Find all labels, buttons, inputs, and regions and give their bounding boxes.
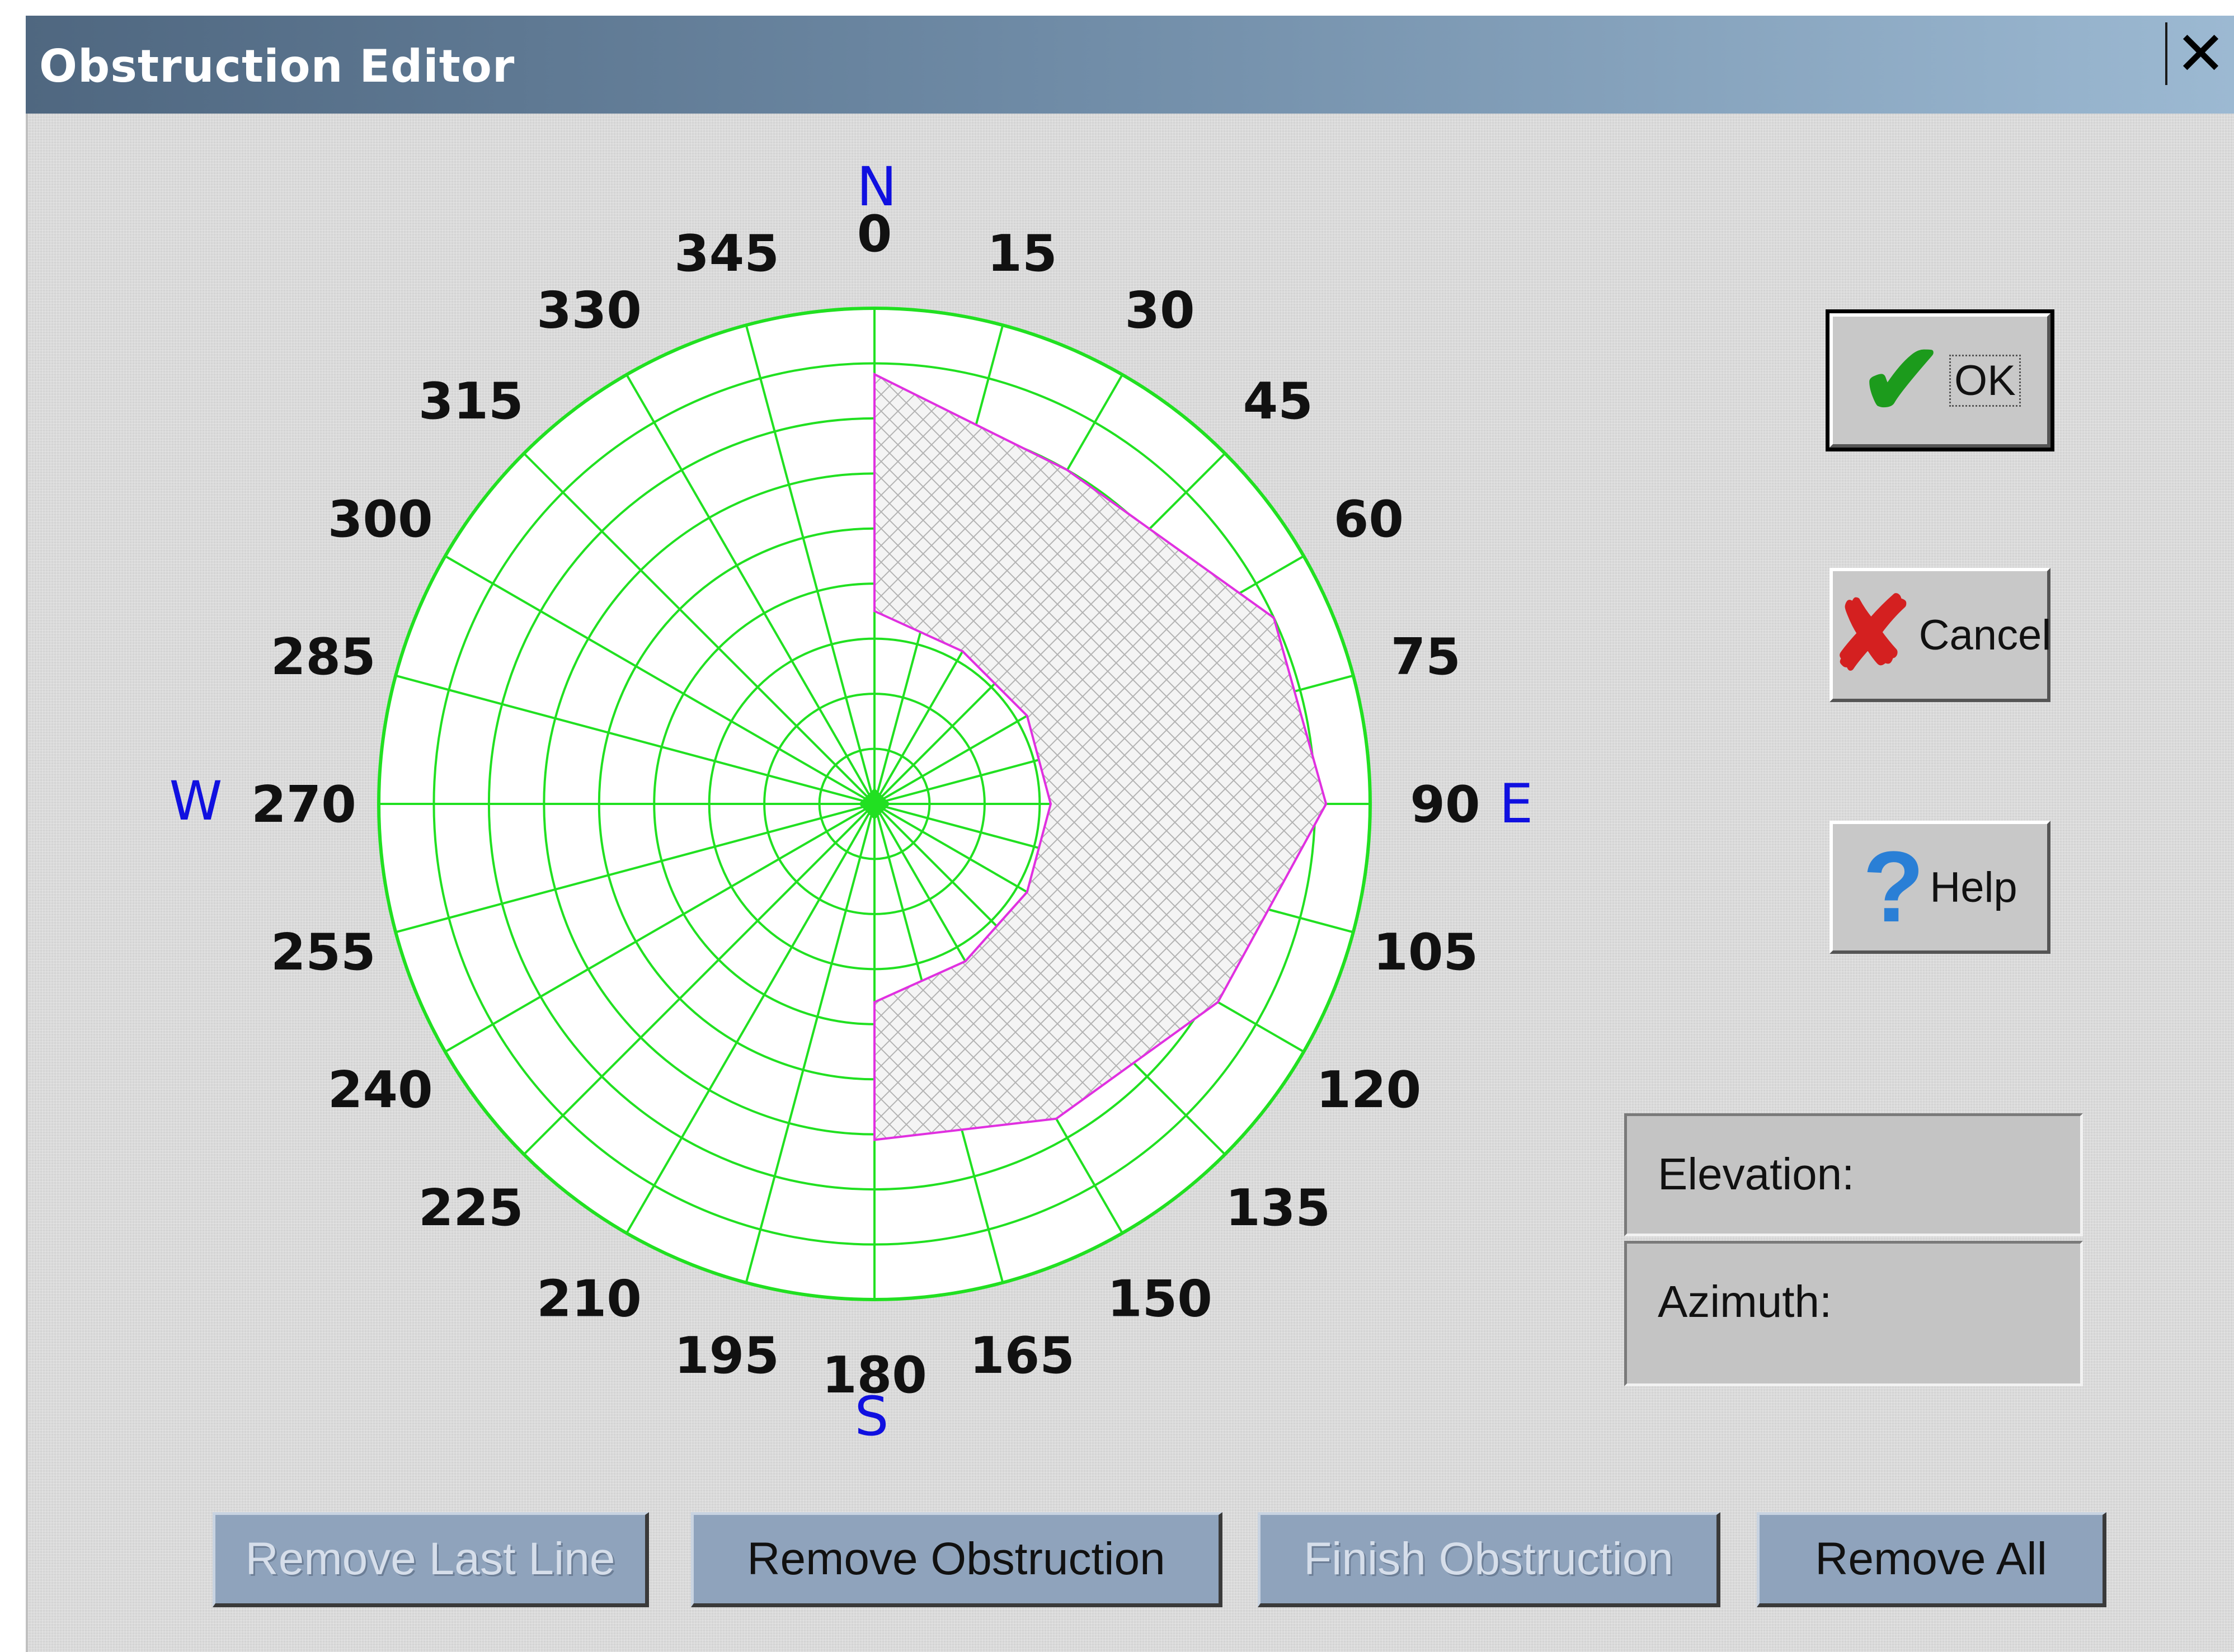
azimuth-tick-label: 75 — [1391, 628, 1461, 686]
finish-obstruction-label: Finish Obstruction — [1304, 1533, 1673, 1584]
cancel-button[interactable]: ✘ Cancel — [1828, 568, 2052, 702]
azimuth-tick-label: 270 — [251, 775, 356, 834]
red-x-icon: ✘ — [1828, 578, 1913, 691]
azimuth-tick-label: 150 — [1107, 1269, 1212, 1328]
azimuth-tick-label: 135 — [1225, 1179, 1330, 1237]
elevation-label: Elevation: — [1658, 1149, 1855, 1199]
ok-label: OK — [1949, 354, 2021, 407]
ok-button[interactable]: ✔ OK — [1826, 309, 2054, 451]
azimuth-label: Azimuth: — [1658, 1277, 1832, 1326]
azimuth-tick-label: 15 — [987, 224, 1057, 283]
question-mark-icon: ? — [1863, 831, 1925, 943]
remove-last-line-label: Remove Last Line — [245, 1533, 615, 1584]
remove-obstruction-label: Remove Obstruction — [747, 1533, 1165, 1584]
azimuth-tick-label: 315 — [418, 372, 524, 431]
azimuth-tick-label: 90 — [1410, 775, 1480, 834]
finish-obstruction-button[interactable]: Finish Obstruction — [1258, 1512, 1720, 1607]
azimuth-tick-label: 300 — [328, 490, 433, 549]
azimuth-tick-label: 60 — [1334, 490, 1404, 549]
remove-all-button[interactable]: Remove All — [1757, 1512, 2106, 1607]
azimuth-tick-label: 30 — [1125, 281, 1194, 340]
north-label: N — [857, 156, 897, 218]
azimuth-tick-label: 45 — [1243, 372, 1313, 431]
azimuth-tick-label: 330 — [537, 281, 642, 340]
elevation-readout: Elevation: — [1624, 1113, 2083, 1236]
remove-last-line-button[interactable]: Remove Last Line — [213, 1512, 649, 1607]
azimuth-tick-label: 120 — [1316, 1061, 1421, 1119]
azimuth-readout: Azimuth: — [1624, 1241, 2083, 1386]
remove-obstruction-button[interactable]: Remove Obstruction — [691, 1512, 1222, 1607]
checkmark-icon: ✔ — [1859, 324, 1944, 436]
cancel-label: Cancel — [1918, 611, 2052, 659]
azimuth-tick-label: 285 — [271, 628, 376, 686]
south-label: S — [855, 1385, 889, 1448]
help-label: Help — [1930, 863, 2017, 911]
azimuth-tick-label: 255 — [271, 923, 376, 982]
azimuth-tick-label: 225 — [418, 1179, 524, 1237]
azimuth-tick-label: 240 — [328, 1061, 433, 1119]
help-button[interactable]: ? Help — [1829, 821, 2050, 954]
azimuth-tick-label: 210 — [537, 1269, 642, 1328]
azimuth-tick-label: 345 — [674, 224, 779, 283]
west-label: W — [170, 770, 223, 832]
azimuth-tick-label: 195 — [674, 1326, 779, 1385]
east-label: E — [1499, 773, 1534, 835]
azimuth-tick-label: 105 — [1373, 923, 1478, 982]
azimuth-tick-label: 165 — [970, 1326, 1075, 1385]
remove-all-label: Remove All — [1815, 1533, 2047, 1584]
